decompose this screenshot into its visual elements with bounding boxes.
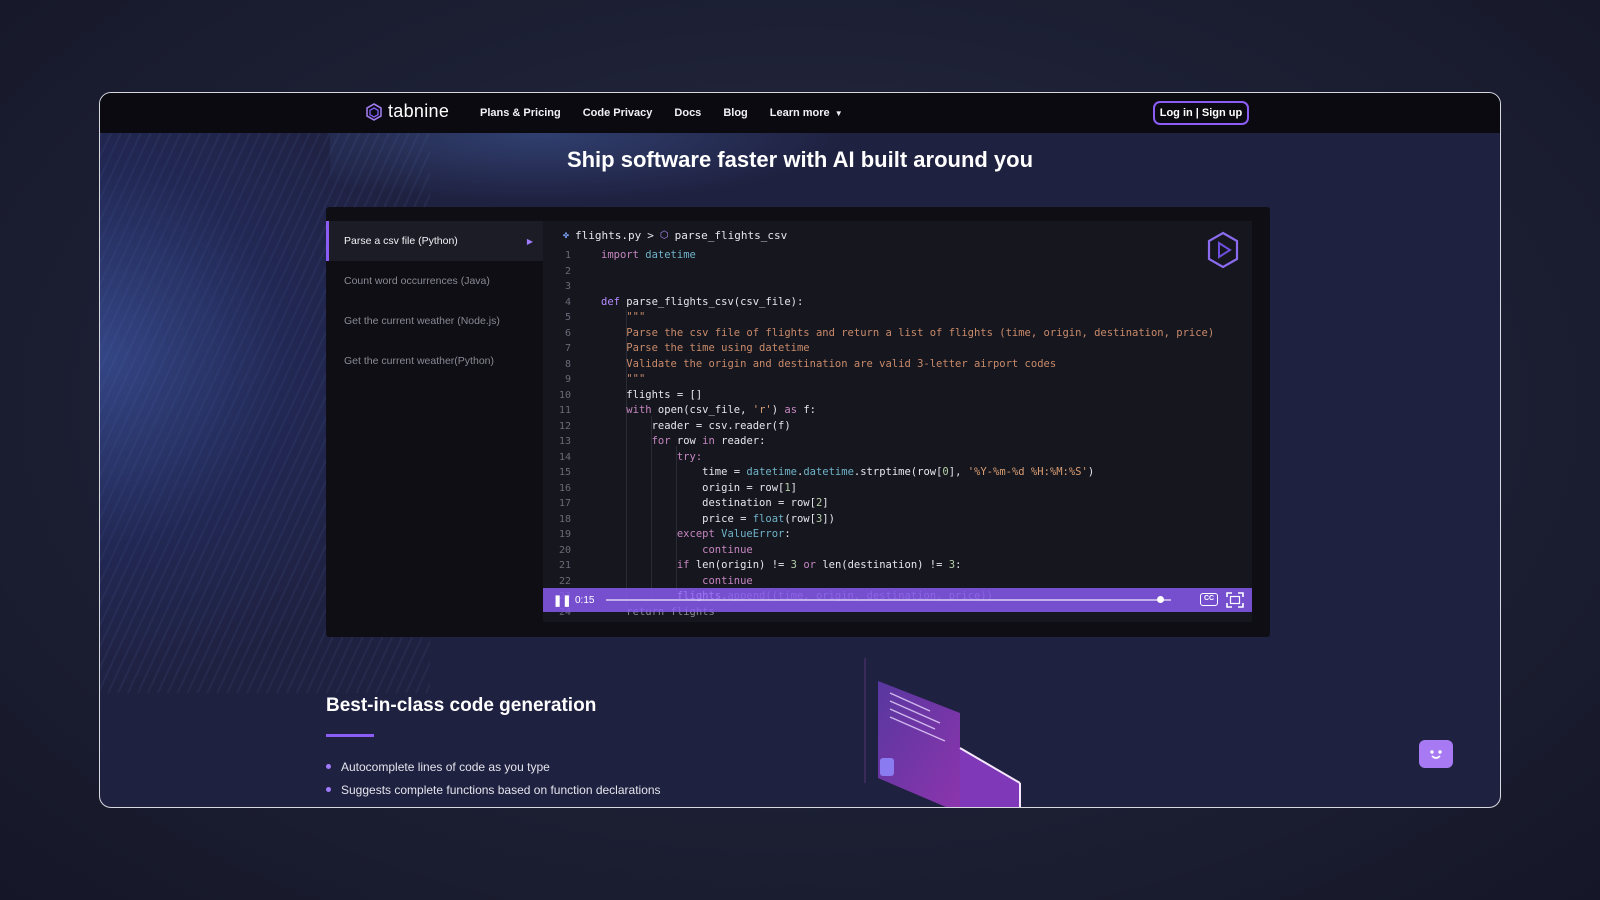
code-line: 13 for row in reader:	[543, 434, 1252, 450]
fullscreen-icon[interactable]	[1226, 592, 1244, 608]
login-signup-button[interactable]: Log in | Sign up	[1153, 101, 1249, 125]
code-line: 5 """	[543, 310, 1252, 326]
code-line: 21 if len(origin) != 3 or len(destinatio…	[543, 558, 1252, 574]
line-number: 9	[564, 374, 571, 385]
feature-text: Suggests complete functions based on fun…	[341, 782, 661, 797]
code-line: 16 origin = row[1]	[543, 481, 1252, 497]
code-line: 14 try:	[543, 450, 1252, 466]
caret-down-icon: ▼	[834, 109, 843, 118]
nav-docs[interactable]: Docs	[674, 107, 701, 119]
video-progress-knob[interactable]	[1156, 596, 1164, 603]
code-line: 15 time = datetime.datetime.strptime(row…	[543, 465, 1252, 481]
line-number: 4	[564, 296, 571, 308]
line-number: 15	[558, 467, 571, 478]
logo[interactable]: tabnine	[366, 101, 449, 122]
browser-frame: tabnine Plans & Pricing Code Privacy Doc…	[99, 92, 1501, 808]
feature-bullet: Suggests complete functions based on fun…	[326, 778, 661, 801]
code-line: 10 flights = []	[543, 388, 1252, 404]
line-number: 16	[558, 482, 571, 494]
nav-blog[interactable]: Blog	[723, 107, 747, 119]
closed-captions-button[interactable]: CC	[1200, 593, 1218, 606]
line-number: 3	[564, 281, 571, 292]
code-line: 2	[543, 264, 1252, 280]
code-line: 17 destination = row[2]	[543, 496, 1252, 512]
line-number: 11	[558, 405, 571, 416]
code-line: 22 continue	[543, 574, 1252, 590]
python-file-icon: ✤	[563, 230, 570, 241]
nav-links: Plans & Pricing Code Privacy Docs Blog L…	[480, 93, 865, 133]
line-number: 13	[558, 436, 571, 447]
bullet-dot-icon	[326, 787, 331, 792]
nav-code-privacy[interactable]: Code Privacy	[583, 107, 653, 119]
breadcrumb-file: flights.py	[575, 229, 642, 242]
example-label: Count word occurrences (Java)	[344, 275, 490, 287]
feature-text: Autocomplete lines of code as you type	[341, 759, 550, 774]
example-item-python-weather[interactable]: Get the current weather(Python)	[326, 341, 543, 381]
line-number: 22	[558, 575, 571, 587]
example-label: Get the current weather (Node.js)	[344, 315, 500, 327]
breadcrumb: ✤ flights.py > ⬡ parse_flights_csv	[563, 229, 787, 242]
chat-bot-icon	[1430, 750, 1442, 759]
code-line: 8 Validate the origin and destination ar…	[543, 357, 1252, 373]
examples-sidebar: Parse a csv file (Python) ▶ Count word o…	[326, 221, 543, 381]
line-number: 12	[558, 420, 571, 432]
features-list: Autocomplete lines of code as you type S…	[326, 755, 661, 801]
line-number: 21	[558, 560, 571, 571]
play-arrow-icon: ▶	[526, 236, 533, 246]
chat-widget-button[interactable]	[1419, 740, 1453, 768]
code-line: 18 price = float(row[3])	[543, 512, 1252, 528]
bullet-dot-icon	[326, 764, 331, 769]
features-title: Best-in-class code generation	[326, 695, 597, 716]
line-number: 19	[558, 529, 571, 540]
code-line: 19 except ValueError:	[543, 527, 1252, 543]
code-line: 6 Parse the csv file of flights and retu…	[543, 326, 1252, 342]
navbar: tabnine Plans & Pricing Code Privacy Doc…	[100, 93, 1500, 133]
code-line: 4 def parse_flights_csv(csv_file):	[543, 295, 1252, 311]
example-label: Get the current weather(Python)	[344, 355, 494, 367]
code-line: 1 import datetime	[543, 248, 1252, 264]
line-number: 14	[558, 451, 571, 463]
example-label: Parse a csv file (Python)	[344, 235, 458, 247]
code-line: 11 with open(csv_file, 'r') as f:	[543, 403, 1252, 419]
line-number: 20	[558, 544, 571, 556]
feature-bullet: Autocomplete lines of code as you type	[326, 755, 661, 778]
line-number: 2	[564, 265, 571, 277]
code-editor[interactable]: ✤ flights.py > ⬡ parse_flights_csv 1 impo…	[543, 221, 1252, 622]
line-number: 5	[564, 312, 571, 323]
code-line: 3	[543, 279, 1252, 295]
code-window-illustration	[864, 658, 1021, 807]
line-number: 7	[564, 343, 571, 354]
breadcrumb-separator: >	[647, 229, 654, 242]
tabnine-logo-icon	[366, 102, 382, 121]
example-item-node-weather[interactable]: Get the current weather (Node.js)	[326, 301, 543, 341]
line-number: 6	[564, 327, 571, 339]
title-underline	[326, 734, 374, 737]
code-lines: 1 import datetime 2 3 4 def parse_flights_…	[543, 248, 1252, 620]
logo-text: tabnine	[388, 101, 450, 121]
video-progress-track[interactable]	[606, 599, 1171, 601]
pause-icon[interactable]: ❚❚	[553, 594, 573, 607]
line-number: 1	[564, 250, 571, 261]
nav-learn-more[interactable]: Learn more ▼	[770, 107, 843, 119]
example-item-java-words[interactable]: Count word occurrences (Java)	[326, 261, 543, 301]
video-player-bar: ❚❚ 0:15 CC	[543, 588, 1252, 612]
line-number: 18	[558, 513, 571, 525]
video-time: 0:15	[575, 594, 595, 606]
code-line: 12 reader = csv.reader(f)	[543, 419, 1252, 435]
example-item-python-csv[interactable]: Parse a csv file (Python) ▶	[326, 221, 543, 261]
nav-plans-pricing[interactable]: Plans & Pricing	[480, 107, 561, 119]
code-line: 9 """	[543, 372, 1252, 388]
code-demo: Parse a csv file (Python) ▶ Count word o…	[326, 207, 1270, 637]
line-number: 17	[558, 498, 571, 509]
code-line: 7 Parse the time using datetime	[543, 341, 1252, 357]
code-line: 20 continue	[543, 543, 1252, 559]
breadcrumb-function: parse_flights_csv	[674, 229, 788, 242]
hero-title: Ship software faster with AI built aroun…	[566, 147, 1034, 172]
line-number: 8	[564, 358, 571, 370]
function-icon: ⬡	[659, 230, 669, 241]
learn-more-label: Learn more	[769, 107, 830, 119]
line-number: 10	[558, 389, 571, 401]
